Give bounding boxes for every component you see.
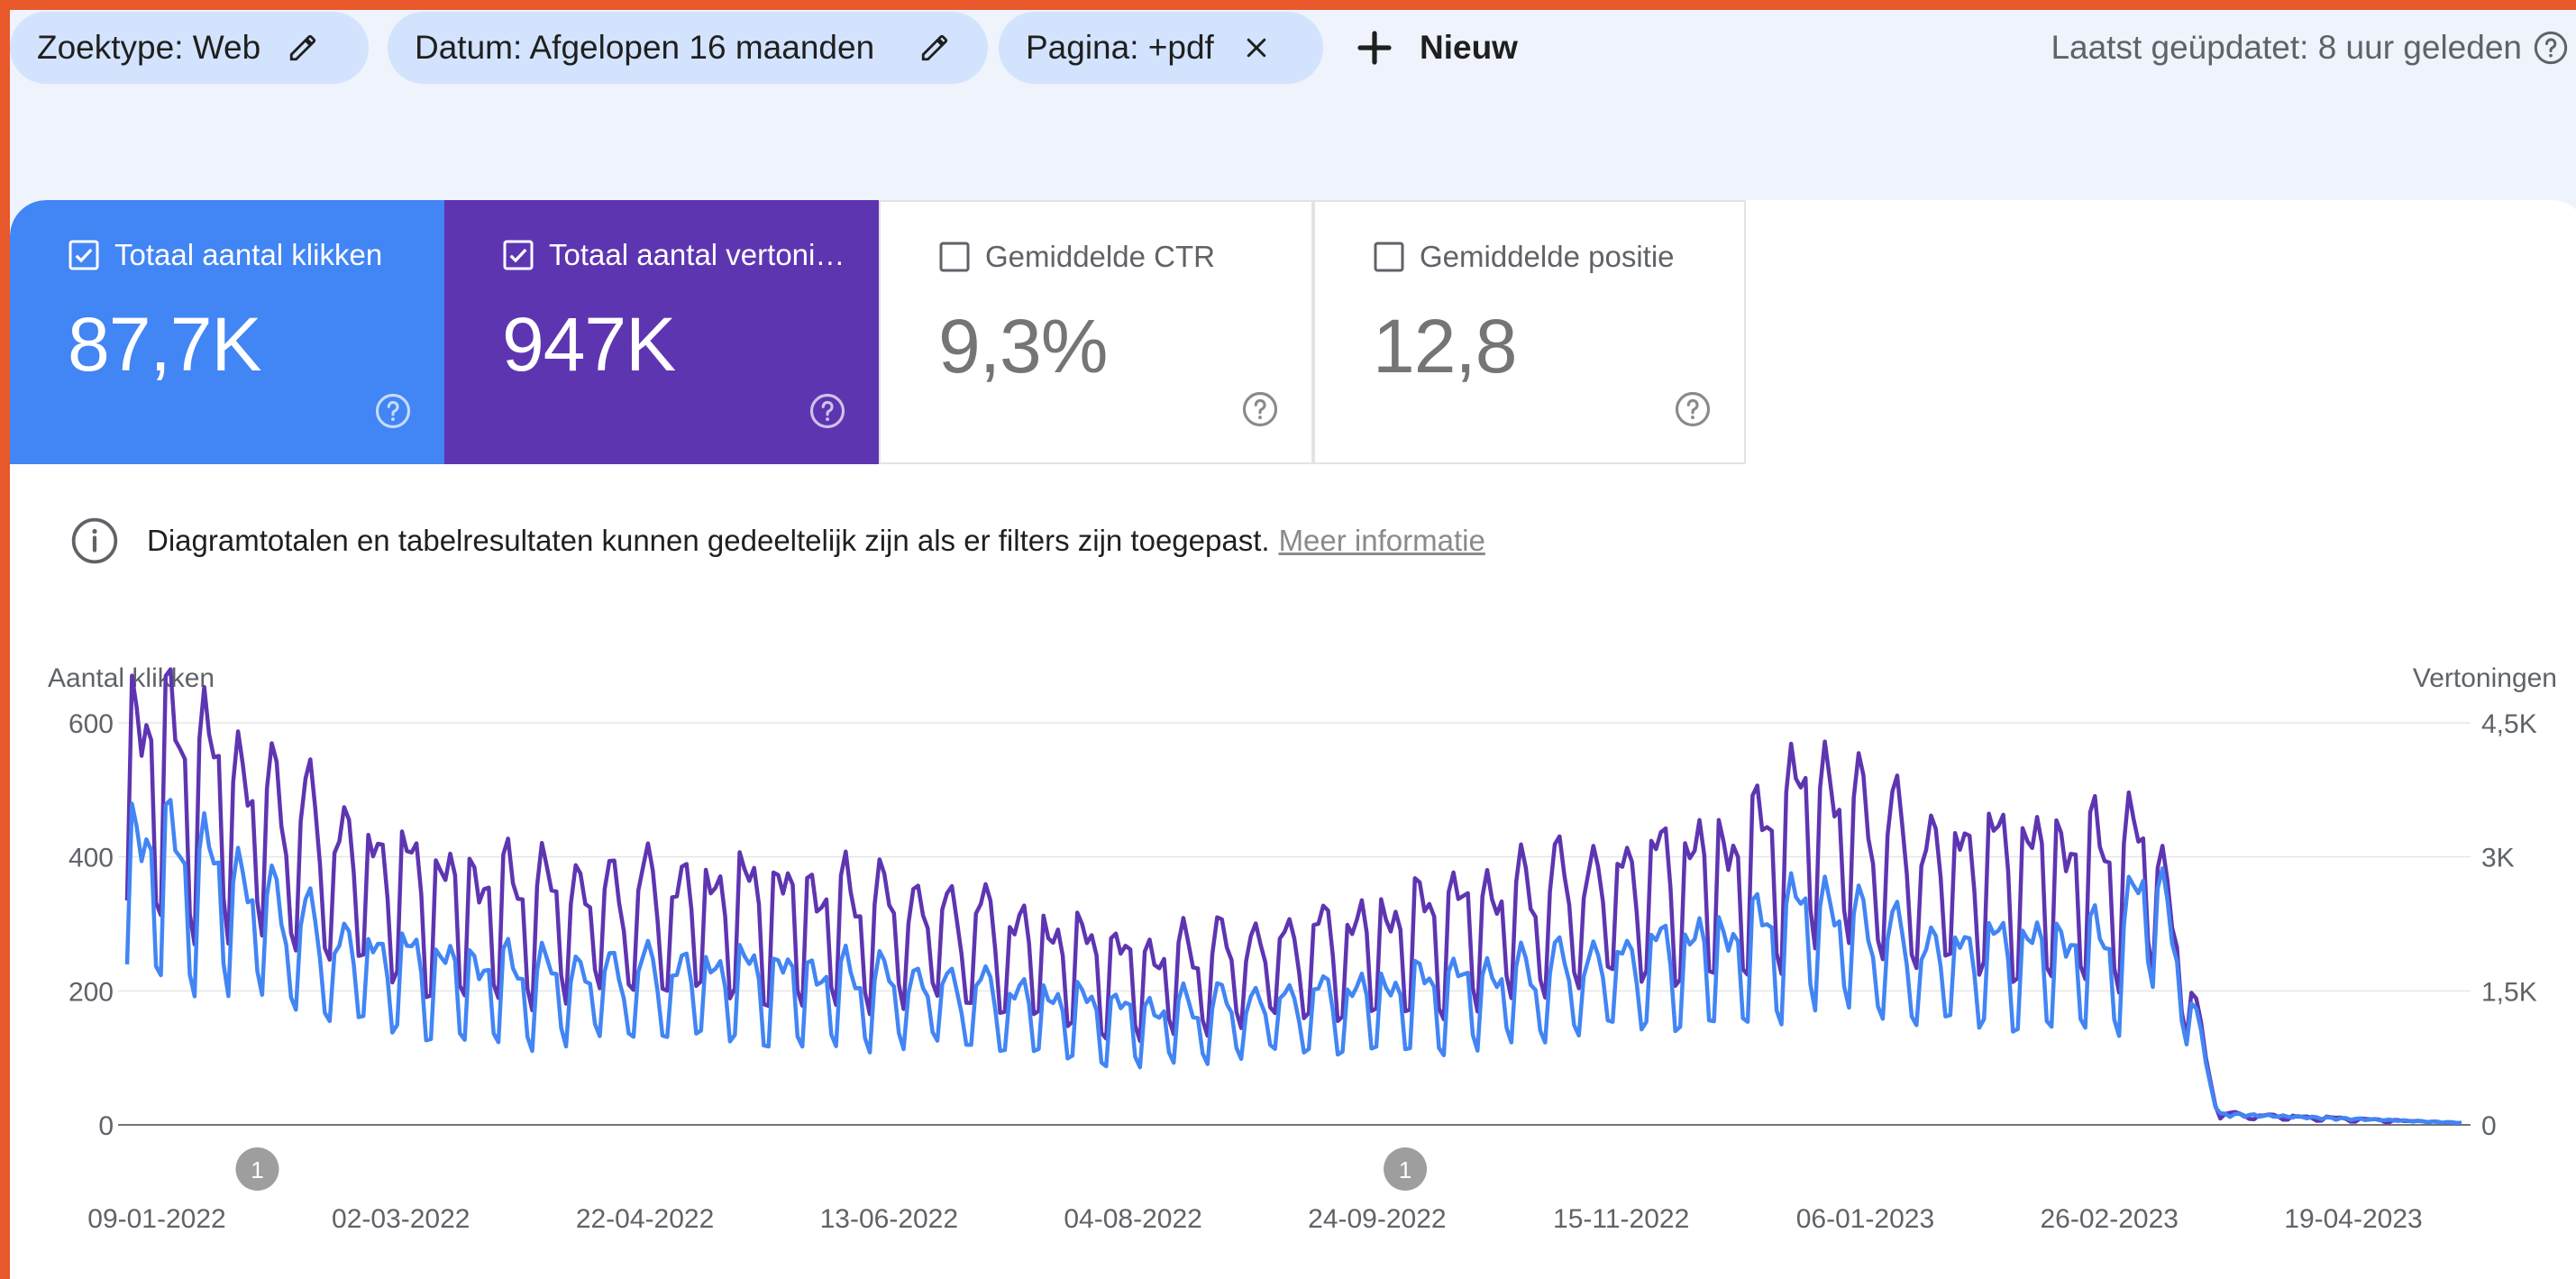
metric-total-clicks[interactable]: Totaal aantal klikken 87,7K — [10, 200, 444, 464]
x-tick-label: 13-06-2022 — [820, 1204, 958, 1234]
checkbox-checked-icon[interactable] — [68, 239, 100, 271]
filter-chip-label: Zoektype: Web — [37, 29, 261, 66]
filter-chip-label: Datum: Afgelopen 16 maanden — [415, 29, 875, 66]
help-icon[interactable] — [808, 392, 846, 430]
checkbox-checked-icon[interactable] — [502, 239, 534, 271]
series-line — [124, 667, 2462, 1126]
x-tick-label: 15-11-2022 — [1553, 1204, 1689, 1234]
x-tick-label: 06-01-2023 — [1796, 1204, 1934, 1234]
pencil-icon[interactable] — [286, 31, 320, 65]
checkbox-unchecked-icon[interactable] — [938, 241, 971, 273]
annotation-label: 1 — [251, 1156, 263, 1183]
help-icon[interactable] — [1674, 390, 1712, 428]
help-icon[interactable] — [1241, 390, 1279, 428]
filter-chip-search-type[interactable]: Zoektype: Web — [10, 12, 369, 84]
metric-value: 87,7K — [68, 302, 262, 387]
right-tick-label: 4,5K — [2481, 709, 2537, 739]
metric-value: 9,3% — [938, 304, 1108, 388]
filter-chip-date[interactable]: Datum: Afgelopen 16 maanden — [388, 12, 988, 84]
new-filter-label: Nieuw — [1420, 29, 1518, 66]
last-updated-text: Laatst geüpdatet: 8 uur geleden — [2051, 29, 2522, 66]
x-tick-label: 26-02-2023 — [2040, 1204, 2178, 1234]
metric-label: Totaal aantal vertoningen — [549, 238, 855, 271]
checkbox-unchecked-icon[interactable] — [1373, 241, 1405, 273]
right-tick-label: 1,5K — [2481, 977, 2537, 1007]
performance-card: Totaal aantal klikken 87,7K Totaal aanta… — [10, 200, 2576, 1279]
x-tick-label: 24-09-2022 — [1308, 1204, 1446, 1234]
right-tick-label: 3K — [2481, 844, 2515, 873]
new-filter-button[interactable]: Nieuw — [1353, 12, 1518, 84]
x-tick-label: 09-01-2022 — [87, 1204, 225, 1234]
metric-label: Gemiddelde CTR — [985, 240, 1215, 273]
filter-chip-page[interactable]: Pagina: +pdf — [999, 12, 1323, 84]
x-tick-label: 04-08-2022 — [1064, 1204, 1201, 1234]
x-tick-label: 22-04-2022 — [576, 1204, 714, 1234]
metric-label: Totaal aantal klikken — [114, 238, 383, 271]
notice-text: Diagramtotalen en tabelresultaten kunnen… — [147, 524, 1270, 557]
left-tick-label: 600 — [69, 709, 114, 739]
help-icon[interactable] — [2533, 30, 2569, 66]
metric-average-ctr[interactable]: Gemiddelde CTR 9,3% — [879, 200, 1313, 464]
x-tick-label: 02-03-2022 — [332, 1204, 470, 1234]
close-icon[interactable] — [1239, 31, 1274, 65]
metric-value: 947K — [502, 302, 676, 387]
search-console-window: Zoektype: Web Datum: Afgelopen 16 maande… — [10, 10, 2576, 1279]
annotation-label: 1 — [1399, 1156, 1411, 1183]
left-tick-label: 400 — [69, 844, 114, 873]
more-info-link[interactable]: Meer informatie — [1279, 524, 1485, 558]
info-icon — [71, 517, 118, 564]
x-tick-label: 19-04-2023 — [2284, 1204, 2422, 1234]
metric-total-impressions[interactable]: Totaal aantal vertoningen 947K — [444, 200, 879, 464]
performance-chart[interactable]: Aantal klikken Vertoningen0 0200 1,5K400 3K6… — [10, 651, 2576, 1279]
right-tick-label: 0 — [2481, 1111, 2497, 1141]
last-updated-status: Laatst geüpdatet: 8 uur geleden — [2051, 12, 2569, 84]
metric-value: 12,8 — [1373, 304, 1518, 388]
filter-notice: Diagramtotalen en tabelresultaten kunnen… — [69, 516, 1485, 566]
series-line — [124, 798, 2462, 1126]
left-tick-label: 0 — [98, 1111, 114, 1141]
metric-label: Gemiddelde positie — [1420, 240, 1675, 273]
filter-chip-label: Pagina: +pdf — [1026, 29, 1214, 66]
help-icon[interactable] — [374, 392, 412, 430]
plus-icon — [1357, 31, 1392, 65]
pencil-icon[interactable] — [918, 31, 952, 65]
left-tick-label: 200 — [69, 977, 114, 1007]
metric-average-position[interactable]: Gemiddelde positie 12,8 — [1313, 200, 1746, 464]
right-axis-title: Vertoningen — [2413, 663, 2557, 693]
